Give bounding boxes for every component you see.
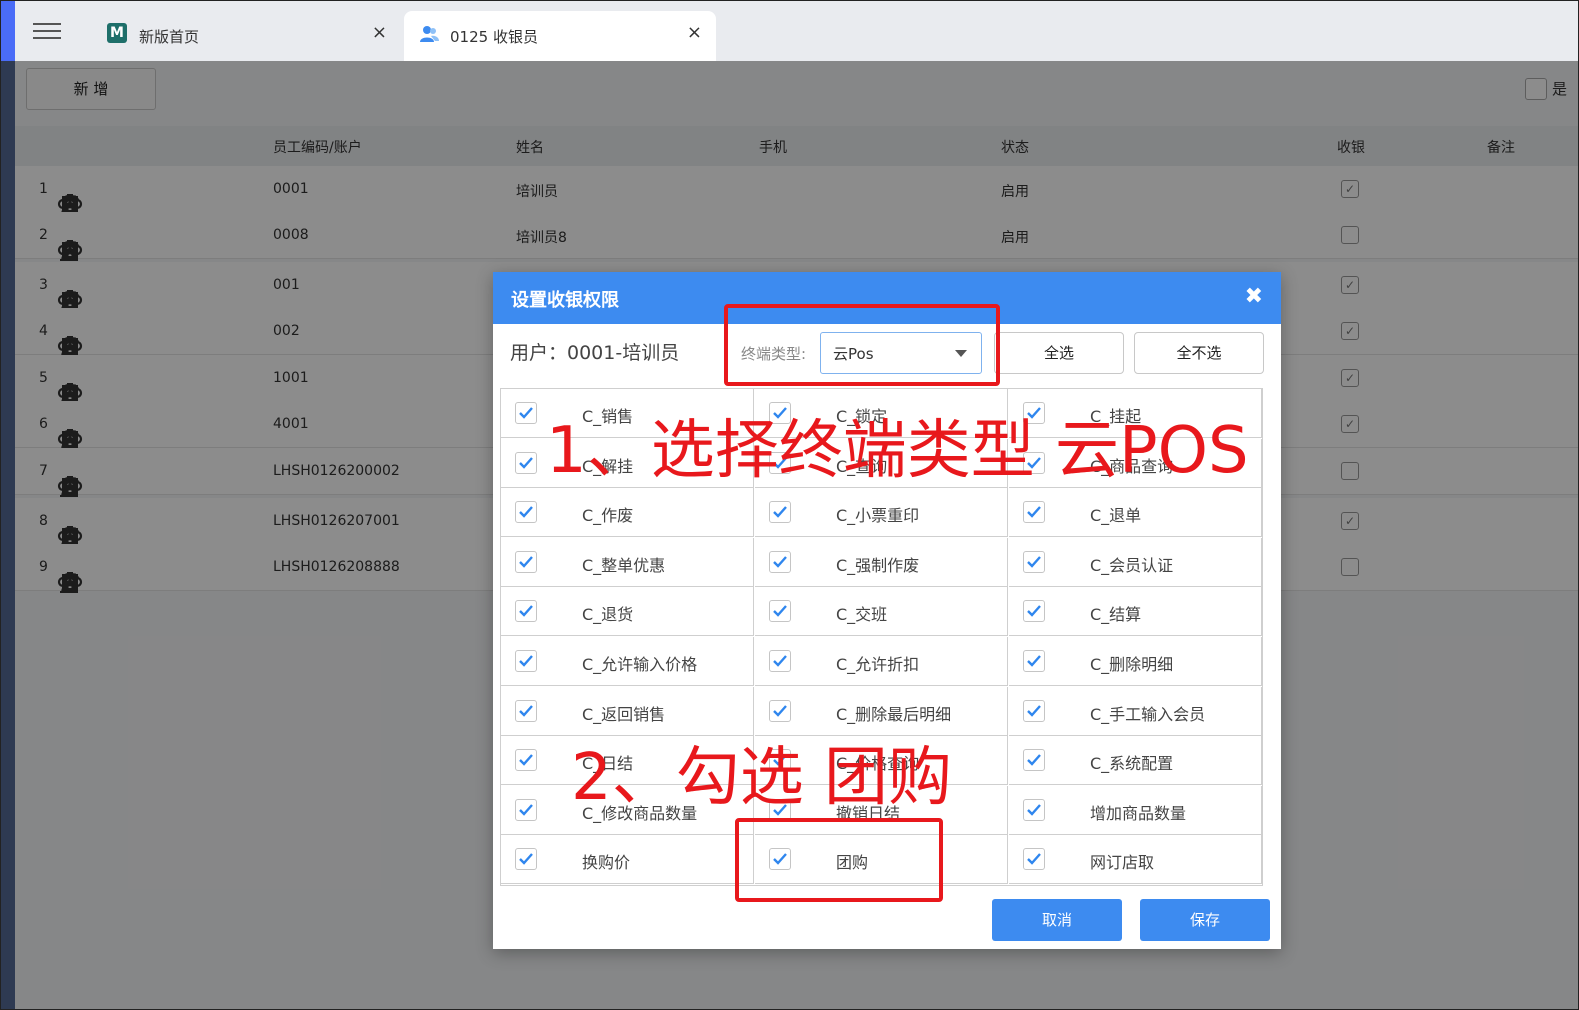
permission-item[interactable]: C_系统配置 [1009,736,1262,786]
permission-checkbox[interactable] [515,550,537,573]
permission-checkbox[interactable] [515,848,537,871]
permission-label: 增加商品数量 [1090,803,1187,823]
tab-home-label: 新版首页 [139,28,200,46]
permission-checkbox[interactable] [515,501,537,524]
menu-icon[interactable] [31,19,63,43]
tab-cashier-label: 0125 收银员 [450,28,538,46]
permission-label: C_删除最后明细 [836,704,952,724]
permission-checkbox[interactable] [1023,798,1045,821]
permission-item[interactable]: C_删除明细 [1009,637,1262,686]
permission-label: C_退单 [1090,506,1142,526]
tab-cashier-close-icon[interactable]: × [687,22,702,43]
permission-checkbox[interactable] [515,451,537,474]
permission-checkbox[interactable] [1023,650,1045,672]
select-none-button[interactable]: 全不选 [1134,332,1264,374]
users-icon [418,23,440,45]
permission-label: 网订店取 [1090,853,1155,873]
permission-checkbox[interactable] [1023,848,1045,871]
app-window: M 新版首页 × 0125 收银员 × 新 增 是 员工编码/账户 姓名 手机 … [0,0,1579,1010]
permission-item[interactable]: C_会员认证 [1009,537,1262,587]
annotation-box-terminal [724,304,1000,386]
permission-checkbox[interactable] [769,550,791,573]
permission-item[interactable]: C_退单 [1009,488,1262,538]
annotation-box-groupbuy [735,818,943,902]
permission-checkbox[interactable] [769,501,791,524]
permission-item[interactable]: C_整单优惠 [501,537,754,587]
annotation-step2: 2、勾选 团购 [571,741,953,815]
permission-item[interactable]: 增加商品数量 [1009,785,1262,835]
permission-item[interactable]: C_强制作废 [755,537,1008,587]
permission-item[interactable]: C_作废 [501,488,754,538]
permission-label: C_整单优惠 [582,555,666,575]
tab-bar: M 新版首页 × 0125 收银员 × [1,1,1578,61]
permission-label: C_结算 [1090,605,1142,625]
close-icon[interactable]: ✖ [1245,284,1263,309]
permission-checkbox[interactable] [1023,550,1045,573]
permission-item[interactable]: C_结算 [1009,587,1262,637]
permission-label: C_强制作废 [836,555,920,575]
tab-home-close-icon[interactable]: × [372,22,387,43]
permission-checkbox[interactable] [515,402,537,424]
save-button[interactable]: 保存 [1140,899,1270,941]
permission-item[interactable]: C_返回销售 [501,686,754,736]
permission-checkbox[interactable] [515,650,537,672]
permission-label: C_手工输入会员 [1090,704,1206,724]
permission-checkbox[interactable] [1023,699,1045,722]
permission-label: C_系统配置 [1090,754,1174,774]
select-all-button[interactable]: 全选 [994,332,1124,374]
permission-checkbox[interactable] [769,699,791,722]
dialog-title: 设置收银权限 [511,290,619,311]
permission-label: C_返回销售 [582,704,666,724]
cancel-button[interactable]: 取消 [992,899,1122,941]
annotation-step1: 1、选择终端类型 云POS [546,414,1249,488]
permission-checkbox[interactable] [515,699,537,722]
permission-checkbox[interactable] [1023,501,1045,524]
permission-item[interactable]: C_退货 [501,587,754,637]
permission-item[interactable]: C_允许输入价格 [501,637,754,686]
app-logo-icon: M [107,23,129,45]
permission-item[interactable]: C_手工输入会员 [1009,686,1262,736]
permission-label: 换购价 [582,853,631,873]
permission-checkbox[interactable] [515,798,537,821]
tab-home[interactable]: M 新版首页 × [93,11,401,61]
permission-label: C_小票重印 [836,506,920,526]
permission-label: C_允许输入价格 [582,655,698,674]
permission-checkbox[interactable] [1023,600,1045,623]
permission-item[interactable]: C_删除最后明细 [755,686,1008,736]
permission-label: C_退货 [582,605,634,625]
user-label: 用户：0001-培训员 [510,342,680,364]
permission-label: C_允许折扣 [836,655,920,674]
permission-item[interactable]: C_小票重印 [755,488,1008,538]
permission-item[interactable]: C_交班 [755,587,1008,637]
side-nav-strip [1,61,15,1009]
left-strip [1,1,15,61]
tab-cashier[interactable]: 0125 收银员 × [404,11,716,61]
permission-checkbox[interactable] [769,600,791,623]
permission-checkbox[interactable] [769,650,791,672]
permission-label: C_会员认证 [1090,555,1174,575]
permission-item[interactable]: C_允许折扣 [755,637,1008,686]
permission-checkbox[interactable] [515,749,537,772]
permission-label: C_作废 [582,506,634,526]
permission-item[interactable]: 网订店取 [1009,835,1262,885]
permission-checkbox[interactable] [1023,749,1045,772]
permission-checkbox[interactable] [515,600,537,623]
permission-item[interactable]: 换购价 [501,835,754,885]
permission-label: C_删除明细 [1090,655,1174,674]
permission-label: C_交班 [836,605,888,625]
